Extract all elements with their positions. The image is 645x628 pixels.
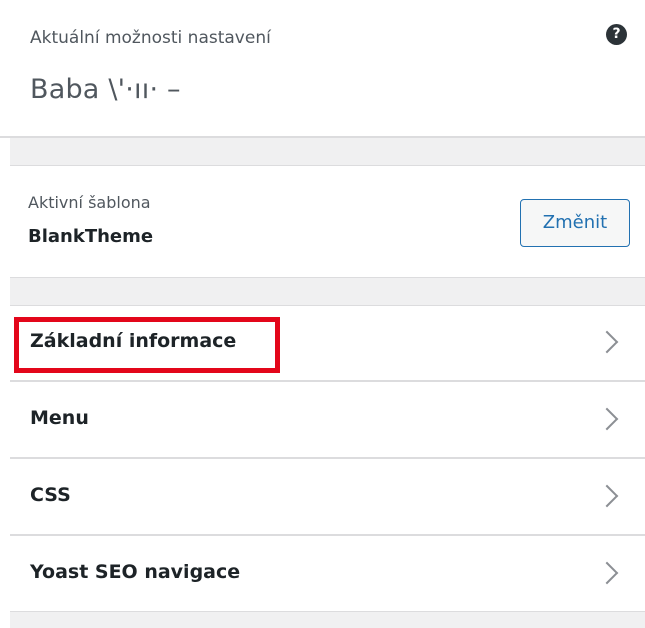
chevron-right-icon (595, 484, 619, 508)
nav-item-yoast-seo[interactable]: Yoast SEO navigace (10, 537, 645, 613)
active-theme-section: Aktivní šablona BlankTheme Změnit (10, 166, 645, 278)
change-theme-button[interactable]: Změnit (520, 199, 630, 247)
nav-item-label: CSS (30, 484, 71, 506)
active-theme-label: Aktivní šablona (28, 193, 151, 212)
customizer-panel: Aktuální možnosti nastavení Baba \'·ıı· … (0, 0, 645, 628)
chevron-right-icon (595, 561, 619, 585)
nav-item-css[interactable]: CSS (10, 460, 645, 536)
help-icon[interactable]: ? (606, 24, 627, 45)
panel-header: Aktuální možnosti nastavení Baba \'·ıı· … (0, 0, 645, 138)
nav-item-menus[interactable]: Menu (10, 383, 645, 459)
section-separator (10, 611, 645, 628)
chevron-right-icon (595, 330, 619, 354)
nav-item-label: Menu (30, 407, 89, 429)
nav-item-label: Yoast SEO navigace (30, 561, 241, 583)
section-separator (10, 138, 645, 166)
active-theme-name: BlankTheme (28, 226, 154, 247)
chevron-right-icon (595, 407, 619, 431)
section-separator (10, 278, 645, 306)
customize-info-label: Aktuální možnosti nastavení (30, 28, 271, 48)
highlight-annotation-box (14, 317, 280, 373)
site-title: Baba \'·ıı· – (30, 74, 181, 105)
